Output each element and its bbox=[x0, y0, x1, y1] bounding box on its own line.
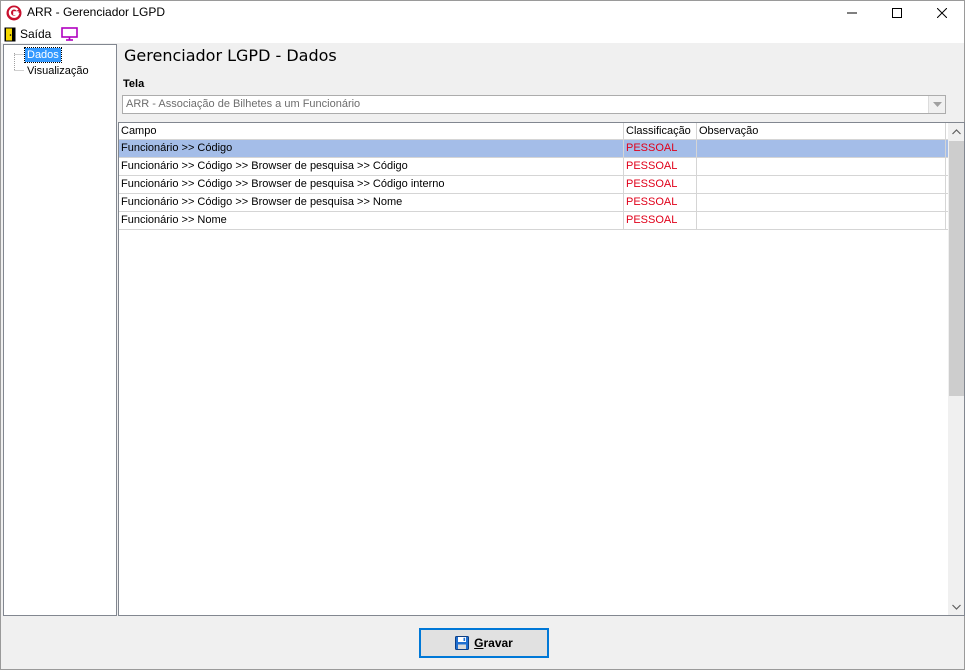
chevron-down-icon bbox=[932, 101, 942, 107]
page-title: Gerenciador LGPD - Dados bbox=[124, 46, 337, 65]
cell-campo[interactable]: Funcionário >> Código >> Browser de pesq… bbox=[119, 176, 624, 193]
chevron-up-icon bbox=[952, 128, 961, 134]
cell-observacao[interactable] bbox=[697, 194, 946, 211]
cell-classificacao[interactable]: PESSOAL bbox=[624, 158, 697, 175]
cell-campo[interactable]: Funcionário >> Código bbox=[119, 140, 624, 157]
scroll-down-button[interactable] bbox=[948, 598, 964, 615]
save-button[interactable]: Gravar bbox=[419, 628, 549, 658]
exit-door-icon bbox=[4, 27, 16, 41]
cell-observacao[interactable] bbox=[697, 158, 946, 175]
grid-rows: Funcionário >> Código PESSOAL Funcionári… bbox=[119, 140, 948, 230]
cell-campo[interactable]: Funcionário >> Código >> Browser de pesq… bbox=[119, 194, 624, 211]
table-row[interactable]: Funcionário >> Código >> Browser de pesq… bbox=[119, 194, 948, 212]
maximize-button[interactable] bbox=[874, 1, 920, 25]
tree-connector-lines bbox=[14, 53, 24, 71]
chevron-down-icon bbox=[952, 604, 961, 610]
minimize-icon bbox=[847, 12, 857, 14]
menu-bar: Saída bbox=[1, 25, 964, 43]
cell-campo[interactable]: Funcionário >> Código >> Browser de pesq… bbox=[119, 158, 624, 175]
minimize-button[interactable] bbox=[829, 1, 875, 25]
tree-item-visualizacao[interactable]: Visualização bbox=[25, 64, 91, 78]
tela-select-dropdown-button[interactable] bbox=[928, 96, 945, 113]
table-row[interactable]: Funcionário >> Nome PESSOAL bbox=[119, 212, 948, 230]
tela-label: Tela bbox=[123, 78, 145, 90]
column-header-observacao[interactable]: Observação bbox=[697, 123, 946, 140]
cell-observacao[interactable] bbox=[697, 140, 946, 157]
cell-classificacao[interactable]: PESSOAL bbox=[624, 176, 697, 193]
floppy-disk-icon bbox=[455, 636, 470, 650]
exit-menu-label: Saída bbox=[20, 27, 52, 41]
cell-classificacao[interactable]: PESSOAL bbox=[624, 140, 697, 157]
column-header-classificacao[interactable]: Classificação bbox=[624, 123, 697, 140]
close-button[interactable] bbox=[919, 1, 965, 25]
grid-vertical-scrollbar[interactable] bbox=[948, 123, 964, 615]
scroll-thumb[interactable] bbox=[949, 141, 964, 396]
table-row[interactable]: Funcionário >> Código >> Browser de pesq… bbox=[119, 176, 948, 194]
app-logo-icon bbox=[6, 5, 22, 21]
monitor-icon[interactable] bbox=[61, 27, 78, 41]
grid-header: Campo Classificação Observação bbox=[119, 123, 948, 140]
cell-classificacao[interactable]: PESSOAL bbox=[624, 194, 697, 211]
table-row[interactable]: Funcionário >> Código >> Browser de pesq… bbox=[119, 158, 948, 176]
tree-item-dados[interactable]: Dados bbox=[24, 47, 62, 63]
cell-observacao[interactable] bbox=[697, 212, 946, 229]
cell-campo[interactable]: Funcionário >> Nome bbox=[119, 212, 624, 229]
save-button-label: Gravar bbox=[474, 636, 513, 650]
save-button-label-rest: ravar bbox=[483, 636, 513, 650]
scroll-up-button[interactable] bbox=[948, 123, 964, 140]
title-bar: ARR - Gerenciador LGPD bbox=[1, 1, 964, 25]
fields-grid: Campo Classificação Observação Funcionár… bbox=[118, 122, 965, 616]
cell-classificacao[interactable]: PESSOAL bbox=[624, 212, 697, 229]
maximize-icon bbox=[892, 8, 902, 18]
close-icon bbox=[937, 8, 947, 18]
table-row[interactable]: Funcionário >> Código PESSOAL bbox=[119, 140, 948, 158]
app-window: ARR - Gerenciador LGPD Saída Dados Visua… bbox=[0, 0, 965, 670]
column-header-campo[interactable]: Campo bbox=[119, 123, 624, 140]
tela-select[interactable]: ARR - Associação de Bilhetes a um Funcio… bbox=[122, 95, 946, 114]
navigation-tree: Dados Visualização bbox=[3, 44, 117, 616]
cell-observacao[interactable] bbox=[697, 176, 946, 193]
tela-select-value: ARR - Associação de Bilhetes a um Funcio… bbox=[126, 98, 361, 110]
window-title: ARR - Gerenciador LGPD bbox=[27, 5, 166, 19]
exit-menu-item[interactable]: Saída bbox=[4, 26, 51, 42]
